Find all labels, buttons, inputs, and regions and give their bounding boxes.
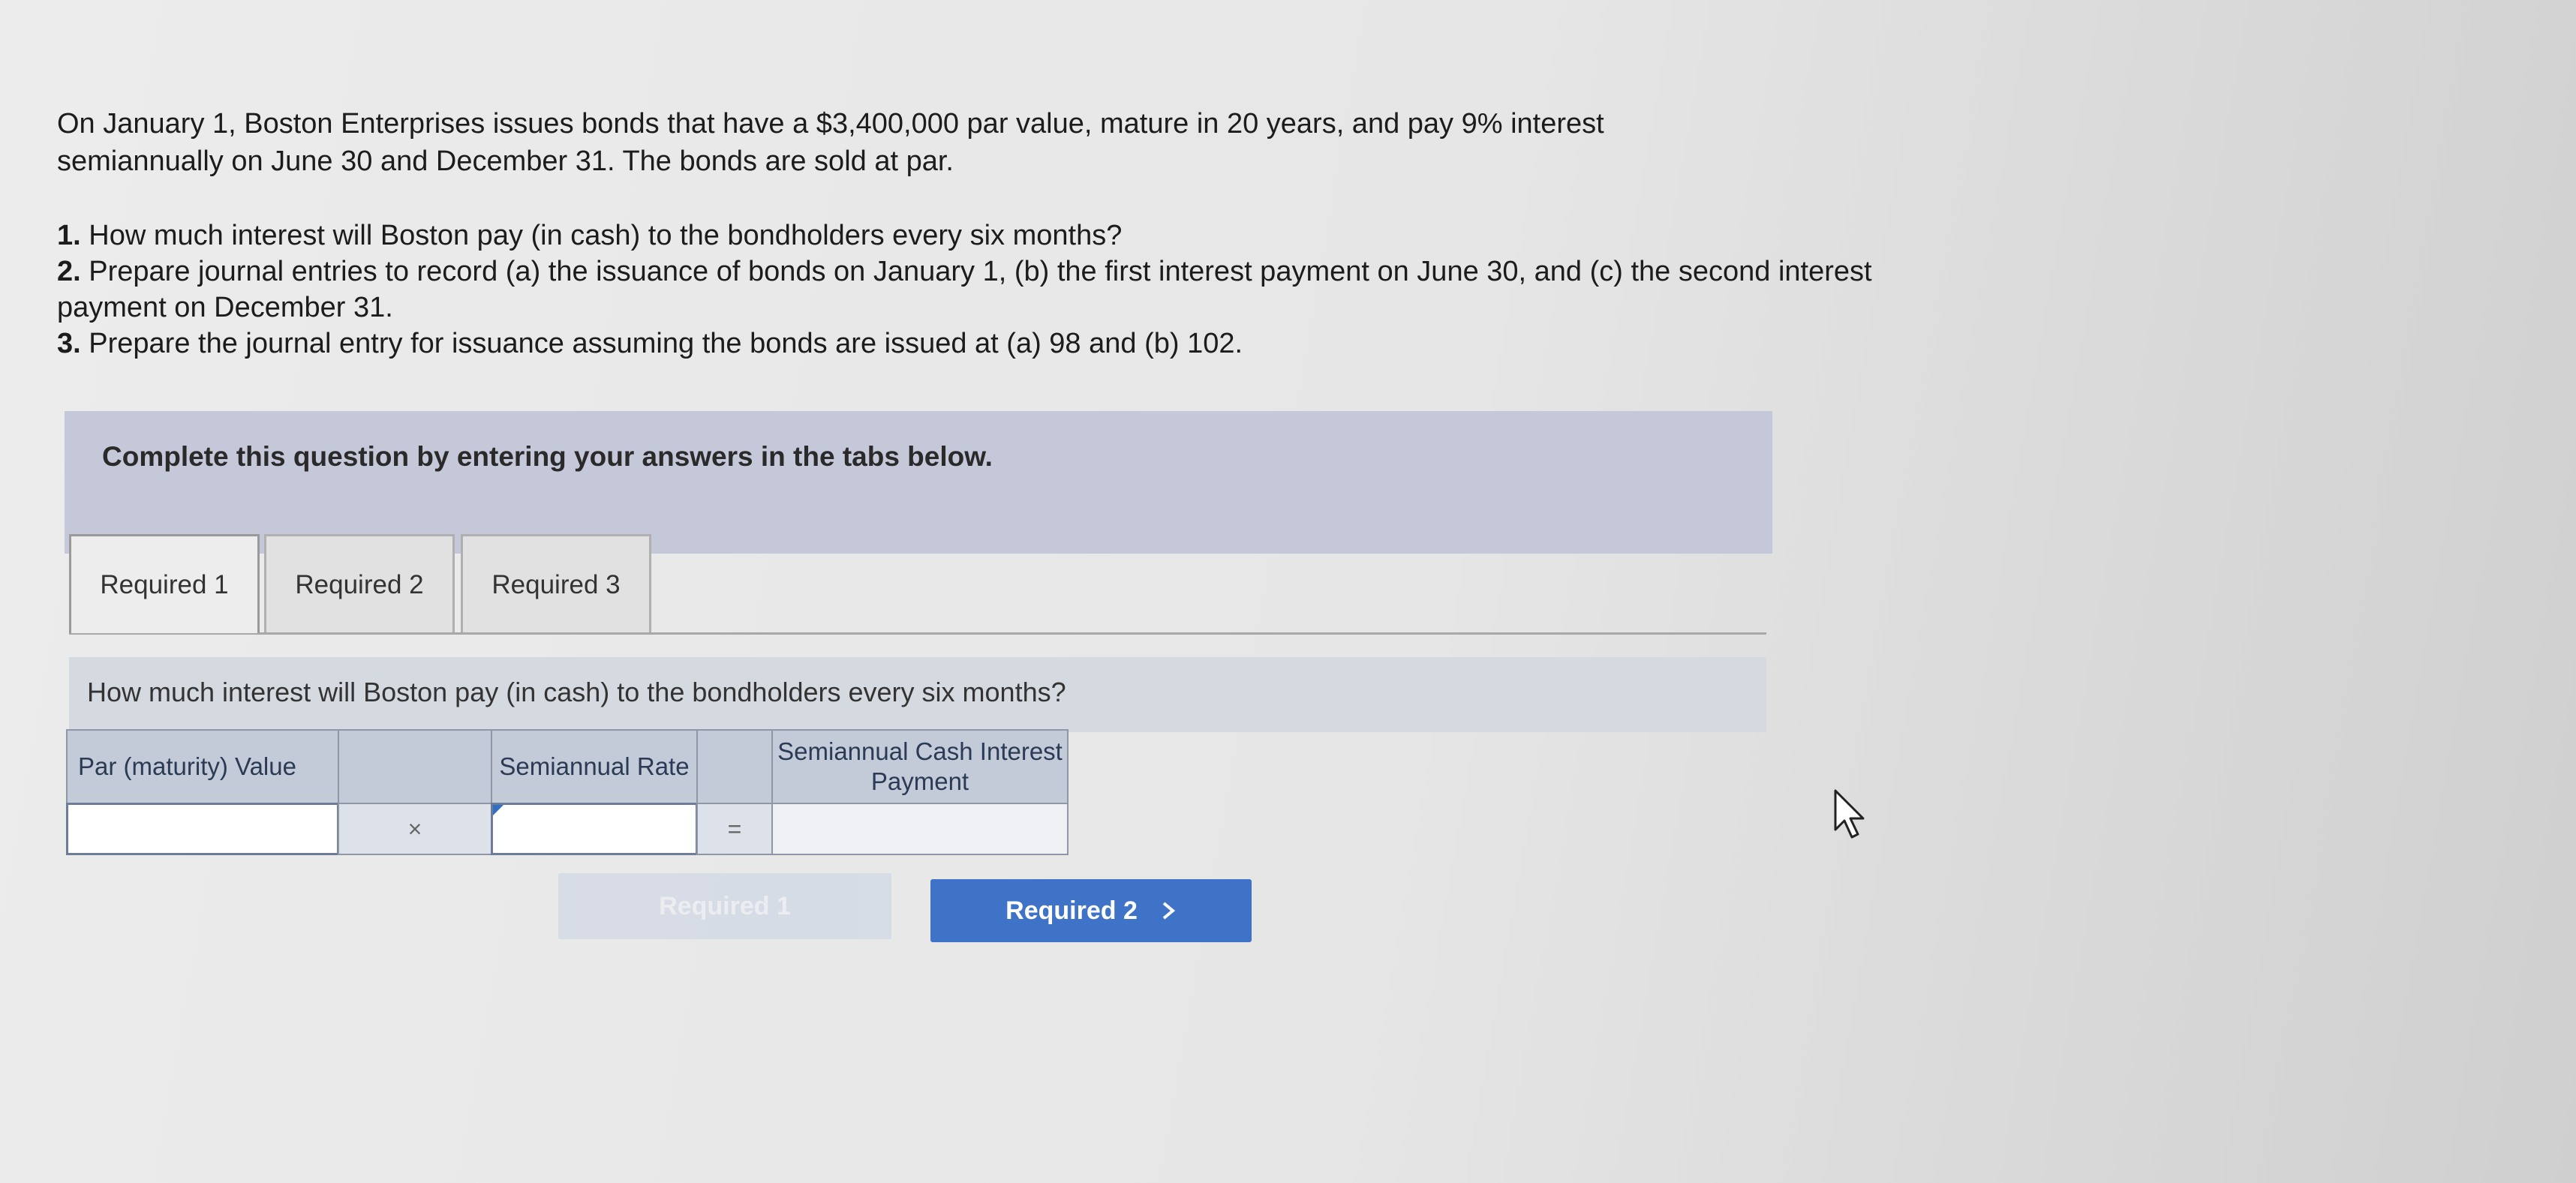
question-item: 3. Prepare the journal entry for issuanc… [57,328,1243,359]
tab-label: Required 3 [491,569,621,599]
instruction-banner: Complete this question by entering your … [65,411,1772,554]
header-spacer [696,729,773,804]
input-marker-icon [493,805,503,815]
tab-required-1[interactable]: Required 1 [69,534,260,633]
next-tab-label: Required 2 [1005,896,1138,925]
tab-panel-divider [69,632,1766,635]
previous-tab-label: Required 1 [659,891,791,920]
question-item: 2. Prepare journal entries to record (a)… [57,256,1872,323]
tab-required-2[interactable]: Required 2 [264,534,455,633]
tab-required-3[interactable]: Required 3 [461,534,651,633]
equals-operator: = [696,803,773,855]
question-item: 1. How much interest will Boston pay (in… [57,220,1123,251]
next-tab-button[interactable]: Required 2 [930,879,1252,942]
interest-payment-output[interactable] [771,803,1069,855]
tab-label: Required 2 [295,569,424,599]
mouse-cursor-icon [1834,789,1865,839]
header-par-value: Par (maturity) Value [66,729,339,804]
chevron-right-icon [1162,902,1175,920]
semiannual-rate-input[interactable] [491,803,698,855]
header-spacer [338,729,492,804]
instruction-text: Complete this question by entering your … [102,441,993,472]
problem-line-2: semiannually on June 30 and December 31.… [57,146,954,177]
multiply-operator: × [338,803,492,855]
header-semiannual-rate: Semiannual Rate [491,729,698,804]
par-value-input[interactable] [66,803,339,855]
tab-question-text: How much interest will Boston pay (in ca… [87,677,1066,707]
tab-label: Required 1 [100,569,229,599]
tab-question-bar: How much interest will Boston pay (in ca… [69,657,1766,732]
interest-calculation-grid: Par (maturity) Value Semiannual Rate Sem… [66,729,1069,855]
previous-tab-button[interactable]: Required 1 [558,873,891,939]
header-interest-payment: Semiannual Cash Interest Payment [771,729,1069,804]
problem-statement: On January 1, Boston Enterprises issues … [57,105,1948,180]
problem-line-1: On January 1, Boston Enterprises issues … [57,108,1604,140]
question-list: 1. How much interest will Boston pay (in… [57,218,1978,362]
